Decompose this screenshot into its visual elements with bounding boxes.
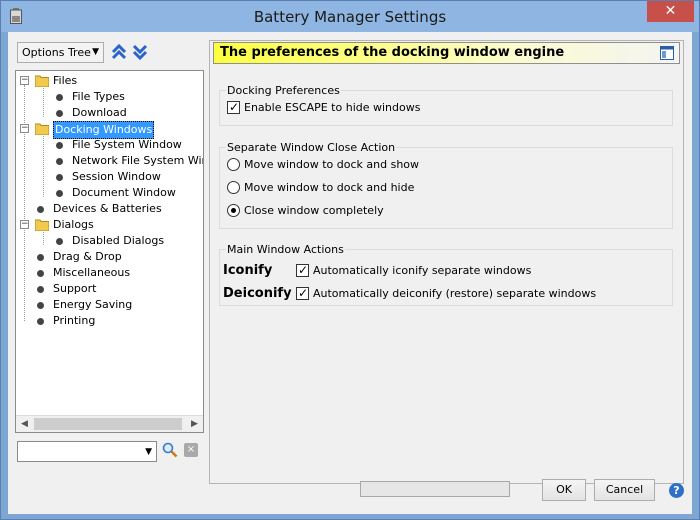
- expand-all-icon[interactable]: [130, 42, 150, 62]
- window-title: Battery Manager Settings: [253, 8, 447, 26]
- cancel-button[interactable]: Cancel: [594, 479, 655, 501]
- help-icon[interactable]: ?: [669, 483, 684, 498]
- auto-iconify-option[interactable]: Automatically iconify separate windows: [296, 262, 532, 279]
- folder-icon: [35, 219, 49, 231]
- tree-item-label: Session Window: [72, 170, 161, 183]
- auto-iconify-checkbox[interactable]: [296, 262, 309, 278]
- auto-deiconify-checkbox[interactable]: [296, 285, 309, 301]
- scroll-left-icon[interactable]: ◀: [16, 416, 33, 432]
- node-bullet-icon: [56, 110, 63, 117]
- tree-item-label: Dialogs: [53, 218, 94, 231]
- group-title: Docking Preferences: [226, 84, 341, 97]
- node-bullet-icon: [37, 254, 44, 261]
- tree-item-label: Devices & Batteries: [53, 202, 162, 215]
- folder-icon: [35, 75, 49, 87]
- auto-deiconify-option[interactable]: Automatically deiconify (restore) separa…: [296, 285, 597, 302]
- group-title: Separate Window Close Action: [226, 141, 397, 154]
- collapse-all-icon[interactable]: [109, 42, 129, 62]
- scrollbar-thumb[interactable]: [34, 418, 182, 430]
- search-icon[interactable]: [162, 442, 178, 458]
- enable-escape-option[interactable]: Enable ESCAPE to hide windows: [227, 99, 421, 116]
- move-dock-hide-radio[interactable]: [227, 181, 240, 194]
- tree-item-label: Download: [72, 106, 127, 119]
- collapse-toggle-icon[interactable]: −: [20, 124, 29, 133]
- settings-window: Battery Manager Settings ✕ Options Tree …: [0, 0, 700, 520]
- tree-item-label: Printing: [53, 314, 96, 327]
- option-label: Enable ESCAPE to hide windows: [244, 101, 421, 114]
- options-tree-dropdown[interactable]: Options Tree ▼: [17, 42, 104, 63]
- panel-layout-icon[interactable]: [660, 46, 674, 60]
- folder-icon: [35, 123, 49, 135]
- collapse-toggle-icon[interactable]: −: [20, 220, 29, 229]
- close-completely-option[interactable]: Close window completely: [227, 203, 384, 219]
- option-label: Move window to dock and hide: [244, 181, 415, 194]
- move-dock-show-option[interactable]: Move window to dock and show: [227, 157, 419, 173]
- node-bullet-icon: [37, 302, 44, 309]
- progress-bar: [360, 481, 510, 497]
- preferences-panel: The preferences of the docking window en…: [209, 40, 684, 484]
- close-completely-radio[interactable]: [227, 204, 240, 217]
- tree-item-label: File Types: [72, 90, 125, 103]
- option-label: Move window to dock and show: [244, 158, 420, 171]
- tree-search-input[interactable]: ▼: [17, 441, 157, 462]
- node-bullet-icon: [37, 206, 44, 213]
- dialog-body: Options Tree ▼ − Files File Types Downlo…: [8, 32, 692, 514]
- node-bullet-icon: [56, 158, 63, 165]
- option-label: Automatically iconify separate windows: [313, 264, 532, 277]
- tree-item-label: Energy Saving: [53, 298, 133, 311]
- horizontal-scrollbar[interactable]: ◀ ▶: [16, 415, 203, 432]
- main-window-actions-group: Main Window Actions Iconify Automaticall…: [219, 243, 673, 306]
- tree-item-label: Network File System Window: [72, 154, 203, 167]
- option-label: Close window completely: [244, 204, 384, 217]
- options-tree[interactable]: − Files File Types Download − Docking Wi…: [15, 70, 204, 433]
- clear-search-icon[interactable]: ×: [184, 443, 198, 457]
- ok-button[interactable]: OK: [542, 479, 586, 501]
- node-bullet-icon: [56, 174, 63, 181]
- node-bullet-icon: [56, 238, 63, 245]
- move-dock-show-radio[interactable]: [227, 158, 240, 171]
- title-bar[interactable]: Battery Manager Settings ✕: [1, 1, 699, 32]
- node-bullet-icon: [56, 94, 63, 101]
- tree-item-label: Document Window: [72, 186, 176, 199]
- tree-item-label: Drag & Drop: [53, 250, 122, 263]
- enable-escape-checkbox[interactable]: [227, 99, 240, 115]
- deiconify-label: Deiconify: [223, 286, 292, 301]
- chevron-down-icon[interactable]: ▼: [145, 447, 152, 457]
- panel-header: The preferences of the docking window en…: [213, 42, 680, 64]
- group-title: Main Window Actions: [226, 243, 345, 256]
- node-bullet-icon: [56, 190, 63, 197]
- iconify-label: Iconify: [223, 263, 273, 278]
- move-dock-hide-option[interactable]: Move window to dock and hide: [227, 180, 414, 196]
- collapse-toggle-icon[interactable]: −: [20, 76, 29, 85]
- node-bullet-icon: [37, 318, 44, 325]
- dropdown-value: Options Tree: [22, 46, 91, 59]
- docking-preferences-group: Docking Preferences Enable ESCAPE to hid…: [219, 84, 673, 126]
- tree-item-label: File System Window: [72, 138, 182, 151]
- tree-item-label: Disabled Dialogs: [72, 234, 165, 247]
- tree-item-label: Support: [53, 282, 97, 295]
- close-button[interactable]: ✕: [647, 1, 694, 22]
- tree-item-label: Files: [53, 74, 78, 87]
- chevron-down-icon: ▼: [92, 47, 99, 57]
- node-bullet-icon: [37, 286, 44, 293]
- node-bullet-icon: [56, 142, 63, 149]
- scroll-right-icon[interactable]: ▶: [186, 416, 203, 432]
- tree-item-label: Miscellaneous: [53, 266, 131, 279]
- option-label: Automatically deiconify (restore) separa…: [313, 287, 597, 300]
- panel-title: The preferences of the docking window en…: [220, 45, 565, 60]
- close-action-group: Separate Window Close Action Move window…: [219, 141, 673, 229]
- node-bullet-icon: [37, 270, 44, 277]
